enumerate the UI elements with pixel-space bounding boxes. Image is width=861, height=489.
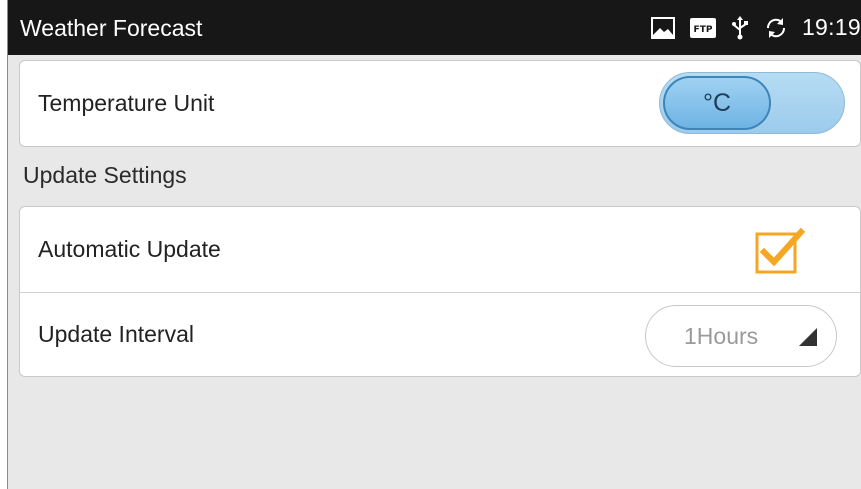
automatic-update-checkbox[interactable] <box>755 226 806 276</box>
ftp-icon: FTP <box>689 17 716 38</box>
toggle-knob[interactable]: °C <box>663 76 771 130</box>
update-interval-dropdown[interactable]: 1Hours <box>645 305 837 367</box>
ftp-icon-text: FTP <box>693 25 712 35</box>
checkmark-icon <box>755 227 806 274</box>
temperature-unit-row[interactable]: Temperature Unit °C <box>20 61 860 146</box>
status-icons: FTP 19:19 <box>650 0 861 55</box>
window-edge <box>0 0 9 489</box>
temperature-unit-label: Temperature Unit <box>38 90 215 116</box>
update-interval-row[interactable]: Update Interval 1Hours <box>20 293 860 378</box>
temperature-unit-toggle[interactable]: °C <box>659 72 845 134</box>
app-title: Weather Forecast <box>20 15 203 41</box>
image-icon <box>650 16 676 40</box>
automatic-update-row[interactable]: Automatic Update <box>20 207 860 292</box>
usb-icon <box>730 15 750 40</box>
temperature-card: Temperature Unit °C <box>19 60 861 147</box>
update-interval-label: Update Interval <box>38 321 194 347</box>
status-bar: Weather Forecast FTP 19:19 <box>8 0 861 55</box>
clock: 19:19 <box>801 14 861 40</box>
dropdown-arrow-icon <box>799 328 817 346</box>
update-settings-card: Automatic Update Update Interval 1Hours <box>19 206 861 377</box>
sync-icon <box>764 16 788 40</box>
update-interval-value: 1Hours <box>684 323 759 349</box>
screen: Weather Forecast FTP 19:19 Temperature U… <box>0 0 861 489</box>
settings-content: Temperature Unit °C Update Settings Auto… <box>8 55 861 489</box>
update-settings-header: Update Settings <box>23 162 187 188</box>
automatic-update-label: Automatic Update <box>38 236 221 262</box>
